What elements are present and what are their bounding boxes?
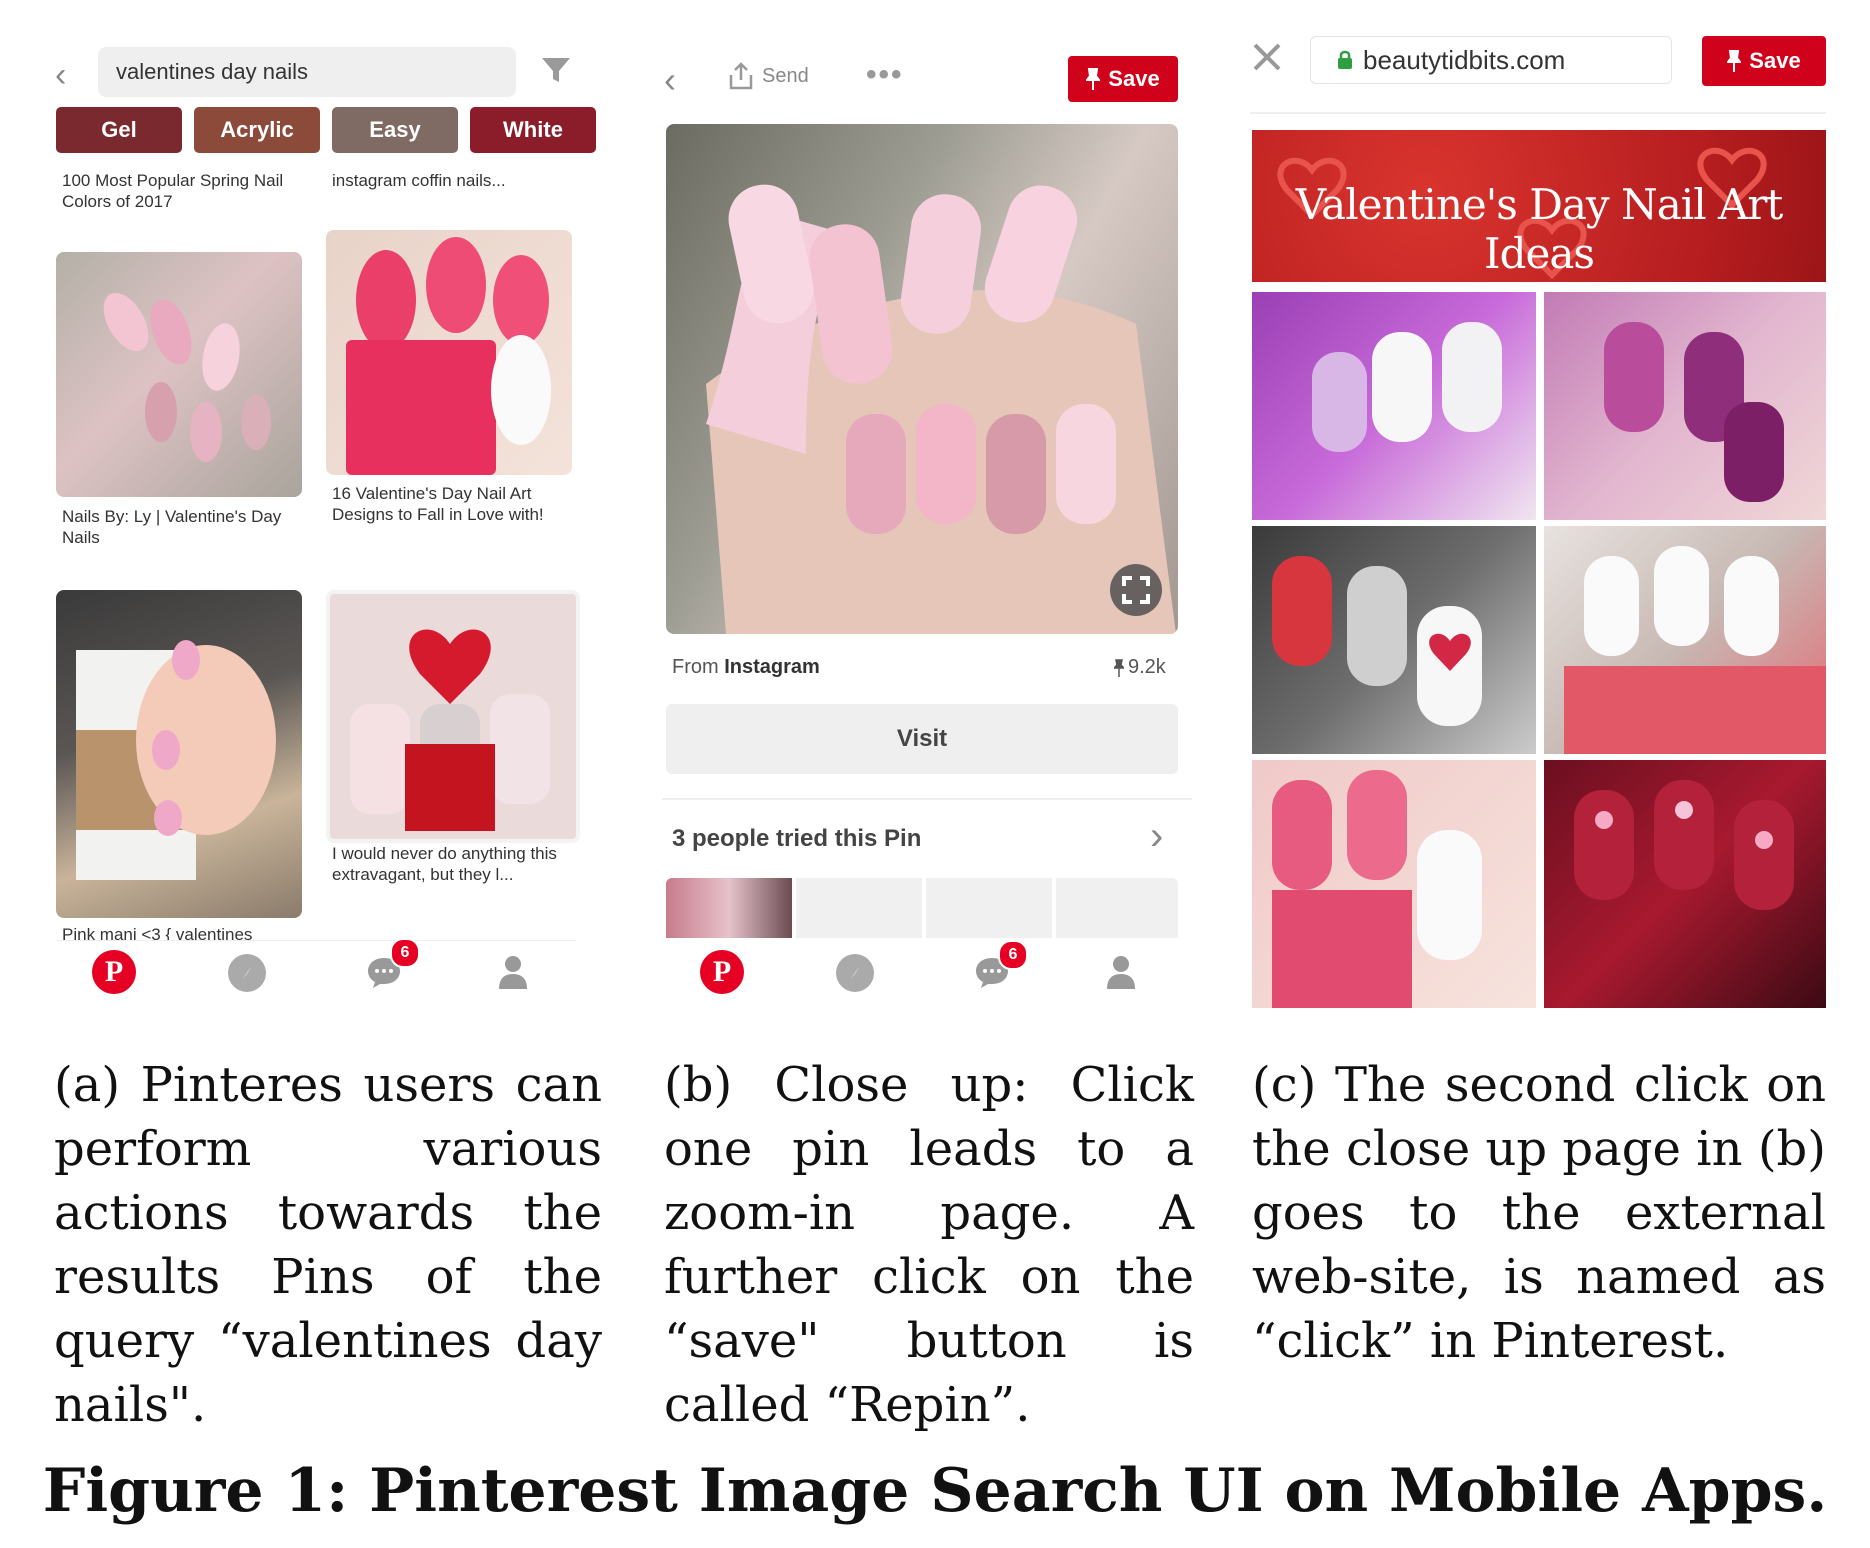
- source-line: From Instagram: [672, 656, 820, 679]
- banner-title: Valentine's Day Nail Art Ideas: [1295, 180, 1784, 278]
- url-bar[interactable]: beautytidbits.com: [1310, 36, 1672, 84]
- chip-gel[interactable]: Gel: [56, 107, 182, 153]
- search-query: valentines day nails: [116, 59, 309, 84]
- visit-label: Visit: [896, 725, 948, 752]
- pin-image[interactable]: [56, 252, 302, 497]
- share-icon: [729, 62, 753, 90]
- nail-photo: [1544, 292, 1826, 520]
- pinterest-logo-icon[interactable]: P: [92, 950, 136, 994]
- send-button[interactable]: Send: [728, 62, 809, 90]
- nail-photo: [1252, 292, 1536, 520]
- more-options-icon[interactable]: •••: [866, 58, 904, 92]
- chip-label: Acrylic: [220, 117, 294, 142]
- tried-thumbnail[interactable]: [796, 878, 922, 938]
- closeup-pin-image[interactable]: [666, 124, 1178, 634]
- pinterest-logo-icon[interactable]: P: [700, 950, 744, 994]
- fullscreen-icon[interactable]: [1110, 564, 1162, 616]
- nail-photo: [1544, 526, 1826, 754]
- pin-icon: [1086, 68, 1101, 90]
- notification-badge: 6: [998, 940, 1028, 970]
- explore-compass-icon[interactable]: [836, 954, 874, 992]
- pin-icon: [1727, 50, 1742, 72]
- pin-title[interactable]: instagram coffin nails...: [332, 170, 572, 191]
- save-label: Save: [1749, 48, 1801, 73]
- url-text: beautytidbits.com: [1363, 44, 1566, 75]
- lock-icon: [1338, 50, 1352, 69]
- profile-icon[interactable]: [498, 954, 528, 990]
- pin-title[interactable]: 16 Valentine's Day Nail Art Designs to F…: [332, 483, 572, 525]
- save-button[interactable]: Save: [1068, 56, 1178, 102]
- chip-label: White: [503, 117, 563, 142]
- caption-b: (b) Close up: Click one pin leads to a z…: [664, 1057, 1194, 1433]
- explore-compass-icon[interactable]: [228, 954, 266, 992]
- nail-photo: [1252, 526, 1536, 754]
- tried-pin-row[interactable]: 3 people tried this Pin: [672, 825, 1172, 853]
- pin-image[interactable]: [326, 590, 580, 843]
- divider: [1250, 112, 1826, 114]
- back-arrow-icon[interactable]: ‹: [664, 60, 676, 100]
- article-banner: Valentine's Day Nail Art Ideas: [1252, 130, 1826, 282]
- tried-thumbnail[interactable]: [926, 878, 1052, 938]
- pin-icon: [1114, 658, 1124, 677]
- save-label: Save: [1108, 66, 1160, 91]
- chip-label: Gel: [101, 117, 137, 142]
- divider: [662, 798, 1192, 800]
- pin-image[interactable]: [326, 230, 572, 475]
- notification-badge: 6: [390, 938, 420, 968]
- search-bar[interactable]: valentines day nails: [98, 47, 516, 97]
- pin-title[interactable]: I would never do anything this extravaga…: [332, 843, 572, 885]
- pin-title[interactable]: 100 Most Popular Spring Nail Colors of 2…: [62, 170, 302, 212]
- repin-count: 9.2k: [1114, 656, 1166, 679]
- chevron-right-icon[interactable]: ›: [1150, 814, 1163, 859]
- figure-caption: Figure 1: Pinterest Image Search UI on M…: [42, 1456, 1828, 1526]
- repin-count-value: 9.2k: [1128, 656, 1166, 678]
- pin-image[interactable]: [56, 590, 302, 918]
- caption-c: (c) The second click on the close up pag…: [1252, 1057, 1826, 1369]
- source-name[interactable]: Instagram: [724, 656, 820, 678]
- nail-photo: [1544, 760, 1826, 1008]
- chip-easy[interactable]: Easy: [332, 107, 458, 153]
- source-prefix: From: [672, 656, 719, 678]
- profile-icon[interactable]: [1106, 954, 1136, 990]
- filter-icon[interactable]: [540, 55, 572, 90]
- caption-a: (a) Pinteres users can perform various a…: [54, 1057, 602, 1433]
- chip-label: Easy: [369, 117, 421, 142]
- close-icon[interactable]: [1252, 42, 1282, 77]
- chip-acrylic[interactable]: Acrylic: [194, 107, 320, 153]
- pin-title[interactable]: Pink mani <3 { valentines: [62, 924, 302, 940]
- tried-label: 3 people tried this Pin: [672, 825, 922, 852]
- save-button[interactable]: Save: [1702, 36, 1826, 86]
- back-arrow-icon[interactable]: ‹: [55, 55, 66, 95]
- pin-title[interactable]: Nails By: Ly | Valentine's Day Nails: [62, 506, 302, 548]
- visit-button[interactable]: Visit: [666, 704, 1178, 774]
- tried-thumbnail[interactable]: [1056, 878, 1178, 938]
- send-label: Send: [762, 64, 809, 87]
- nail-photo: [1252, 760, 1536, 1008]
- tried-thumbnail[interactable]: [666, 878, 792, 938]
- chip-white[interactable]: White: [470, 107, 596, 153]
